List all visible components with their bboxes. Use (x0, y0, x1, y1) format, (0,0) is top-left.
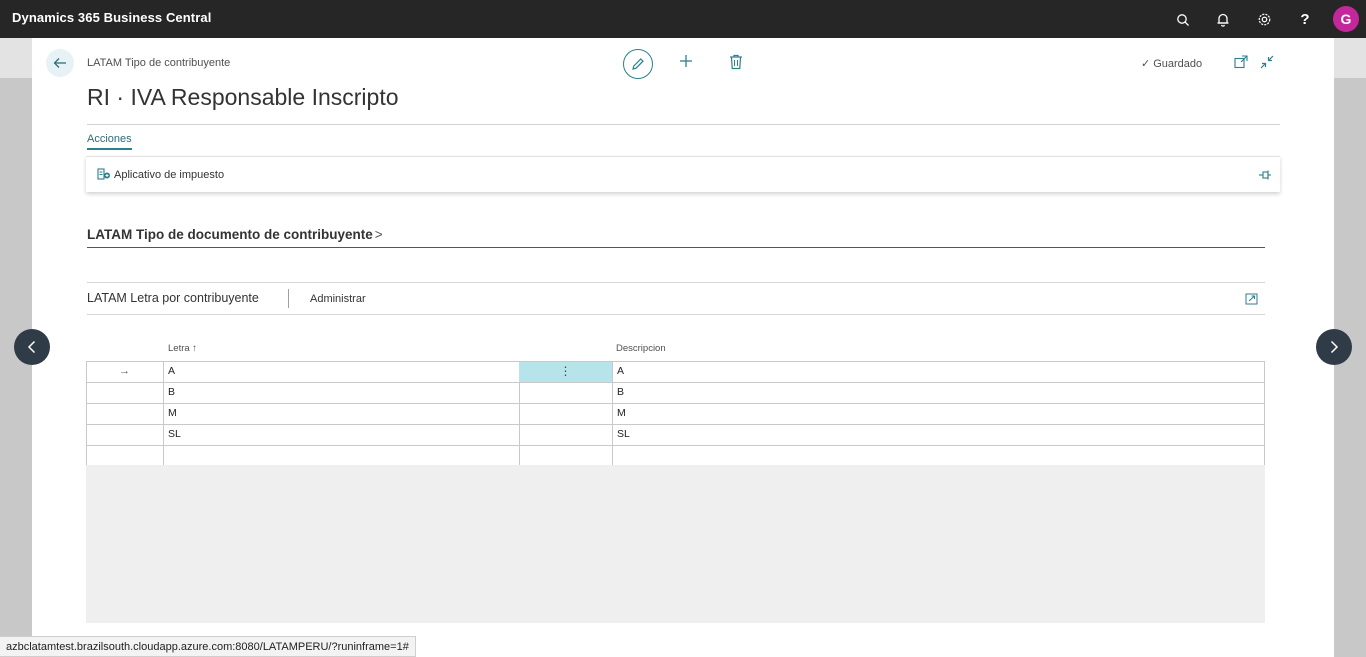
edit-button[interactable] (623, 49, 653, 79)
cell-letra[interactable]: SL (164, 425, 519, 445)
table-row[interactable]: B B (86, 382, 1265, 403)
action-tax-app[interactable]: Aplicativo de impuesto (97, 167, 224, 181)
delete-button[interactable] (729, 54, 743, 70)
cell-letra[interactable] (164, 446, 519, 466)
next-record-button[interactable] (1316, 329, 1352, 365)
section-doc-type-label: LATAM Tipo de documento de contribuyente (87, 227, 373, 242)
help-icon[interactable]: ? (1295, 10, 1315, 30)
actions-bar: Aplicativo de impuesto (86, 156, 1280, 192)
section-divider (87, 247, 1265, 248)
bell-icon[interactable] (1213, 10, 1233, 30)
cell-descripcion[interactable]: A (613, 362, 1263, 382)
chevron-right-icon: > (374, 227, 383, 242)
grid-line (519, 383, 520, 403)
open-new-window-button[interactable] (1234, 55, 1248, 69)
cell-descripcion[interactable] (613, 446, 1263, 466)
search-icon[interactable] (1173, 10, 1193, 30)
column-header-letra[interactable]: Letra ↑ (168, 343, 197, 354)
avatar[interactable]: G (1333, 6, 1359, 32)
gear-icon[interactable] (1254, 10, 1274, 30)
table-row-new[interactable] (86, 445, 1265, 466)
pin-icon[interactable] (1258, 168, 1272, 180)
table-row[interactable]: M M (86, 403, 1265, 424)
collapse-icon[interactable] (1260, 55, 1274, 69)
arrow-right-icon: → (119, 365, 130, 377)
cell-letra[interactable]: M (164, 404, 519, 424)
back-button[interactable] (46, 49, 74, 77)
breadcrumb: LATAM Tipo de contribuyente (87, 57, 231, 69)
row-menu-icon[interactable]: ⋮ (519, 362, 612, 382)
subpage-top-divider (87, 282, 1265, 283)
previous-record-button[interactable] (14, 329, 50, 365)
card-panel: LATAM Tipo de contribuyente RI · IVA Res… (32, 38, 1334, 657)
expand-icon[interactable] (1245, 292, 1258, 305)
action-tax-app-label: Aplicativo de impuesto (114, 169, 225, 181)
check-icon: ✓ (1141, 58, 1151, 70)
table-row[interactable]: → A ⋮ A (86, 361, 1265, 382)
cell-descripcion[interactable]: SL (613, 425, 1263, 445)
manage-button[interactable]: Administrar (310, 293, 366, 305)
table-row[interactable]: SL SL (86, 424, 1265, 445)
grid-line (519, 404, 520, 424)
cell-letra[interactable]: B (164, 383, 519, 403)
header-divider (87, 124, 1280, 125)
page-title: RI · IVA Responsable Inscripto (87, 84, 399, 110)
add-button[interactable] (679, 51, 693, 73)
app-title[interactable]: Dynamics 365 Business Central (12, 10, 211, 25)
cell-letra[interactable]: A (164, 362, 519, 382)
tax-app-icon (97, 167, 111, 180)
status-url: azbclatamtest.brazilsouth.cloudapp.azure… (0, 636, 416, 657)
top-bar: Dynamics 365 Business Central ? G (0, 0, 1366, 38)
subpage-bottom-divider (87, 314, 1265, 315)
tab-actions[interactable]: Acciones (87, 133, 132, 150)
grid-line (519, 446, 520, 466)
saved-label: Guardado (1153, 58, 1203, 70)
section-doc-type[interactable]: LATAM Tipo de documento de contribuyente… (87, 227, 383, 242)
cell-descripcion[interactable]: B (613, 383, 1263, 403)
column-header-descripcion[interactable]: Descripcion (616, 343, 666, 354)
subpage-title[interactable]: LATAM Letra por contribuyente (87, 291, 259, 305)
grid-line (519, 425, 520, 445)
subpage-separator (288, 289, 289, 308)
saved-indicator: ✓ Guardado (1141, 57, 1202, 70)
grid-empty-area (86, 465, 1265, 623)
cell-descripcion[interactable]: M (613, 404, 1263, 424)
